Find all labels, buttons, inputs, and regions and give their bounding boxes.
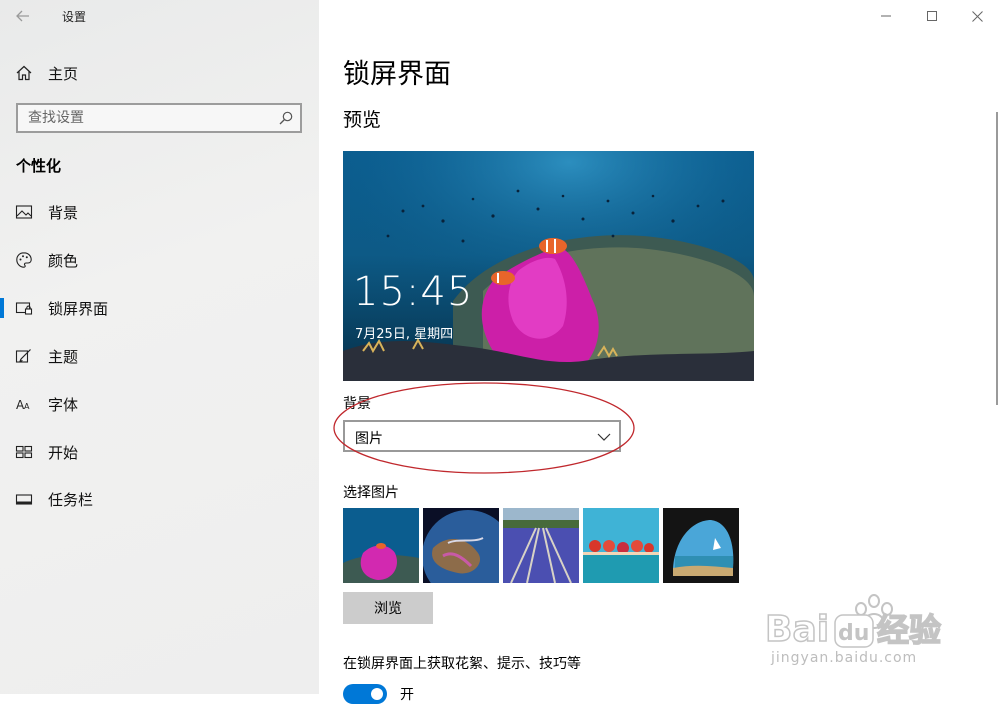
maximize-icon	[927, 11, 937, 21]
main-content: 锁屏界面 预览 15:45 7月25日, 星期四 背景 图片 选择图片 浏览 在…	[319, 0, 1000, 704]
choose-picture-label: 选择图片	[343, 485, 399, 501]
app-title: 设置	[62, 10, 87, 24]
coral-reef-image	[343, 151, 754, 381]
cliff-jumpers-thumbnail[interactable]	[583, 508, 659, 583]
svg-text:A: A	[24, 402, 30, 411]
section-title-personalization: 个性化	[16, 157, 62, 175]
palette-icon	[16, 252, 32, 268]
earth-from-space-thumbnail[interactable]	[423, 508, 499, 583]
toggle-knob	[371, 688, 383, 700]
maximize-button[interactable]	[909, 0, 955, 32]
sidebar-item-start[interactable]: 开始	[0, 432, 319, 472]
sidebar-item-label: 字体	[48, 396, 79, 414]
svg-text:经验: 经验	[877, 611, 941, 649]
sidebar-item-label: 颜色	[48, 252, 79, 270]
tips-label: 在锁屏界面上获取花絮、提示、技巧等	[343, 656, 581, 672]
preview-date: 7月25日, 星期四	[355, 327, 454, 342]
sidebar-item-label: 任务栏	[48, 491, 94, 509]
sidebar: 设置 主页 个性化 背景 颜色 锁屏界面 主题 AA 字体 开始 任务栏	[0, 0, 319, 694]
sidebar-item-fonts[interactable]: AA 字体	[0, 384, 319, 424]
sidebar-item-home[interactable]: 主页	[0, 56, 319, 90]
sidebar-item-lock-screen[interactable]: 锁屏界面	[0, 288, 319, 328]
sidebar-item-label: 主题	[48, 348, 79, 366]
home-icon	[16, 65, 32, 81]
picture-thumbnails	[343, 508, 739, 583]
theme-brush-icon	[15, 349, 31, 363]
sidebar-item-themes[interactable]: 主题	[0, 336, 319, 376]
sidebar-item-label: 开始	[48, 444, 79, 462]
taskbar-icon	[15, 494, 33, 505]
browse-button[interactable]: 浏览	[343, 592, 433, 624]
sidebar-item-label: 主页	[48, 65, 79, 83]
preview-heading: 预览	[343, 109, 382, 131]
search-input[interactable]	[18, 105, 288, 131]
lock-screen-preview: 15:45 7月25日, 星期四	[343, 151, 754, 381]
minimize-icon	[881, 15, 891, 17]
background-label: 背景	[343, 396, 371, 412]
sidebar-item-background[interactable]: 背景	[0, 192, 319, 232]
flower-railway-thumbnail[interactable]	[503, 508, 579, 583]
sidebar-item-taskbar[interactable]: 任务栏	[0, 479, 319, 519]
sidebar-item-label: 锁屏界面	[48, 300, 109, 318]
chevron-down-icon	[597, 433, 611, 441]
baidu-jingyan-watermark: Bai du 经验	[765, 594, 942, 651]
active-indicator	[0, 298, 4, 318]
search-icon[interactable]	[278, 110, 294, 126]
picture-icon	[15, 205, 33, 219]
minimize-button[interactable]	[863, 0, 909, 32]
start-tiles-icon	[15, 445, 33, 459]
page-title: 锁屏界面	[343, 59, 451, 90]
tips-toggle[interactable]	[343, 684, 387, 704]
coral-reef-thumbnail[interactable]	[343, 508, 419, 583]
close-icon	[971, 10, 983, 22]
toggle-state-label: 开	[400, 687, 414, 703]
back-button[interactable]	[8, 4, 38, 28]
background-dropdown[interactable]: 图片	[343, 420, 621, 452]
close-button[interactable]	[954, 0, 1000, 32]
lock-screen-icon	[15, 302, 33, 315]
font-icon: AA	[16, 398, 30, 412]
dropdown-selected-value: 图片	[355, 431, 383, 447]
sidebar-item-colors[interactable]: 颜色	[0, 240, 319, 280]
sidebar-item-label: 背景	[48, 204, 79, 222]
svg-text:du: du	[838, 621, 869, 646]
scrollbar[interactable]	[996, 112, 998, 405]
cave-beach-thumbnail[interactable]	[663, 508, 739, 583]
preview-clock: 15:45	[353, 269, 474, 315]
svg-text:Bai: Bai	[765, 609, 829, 650]
search-box[interactable]	[16, 103, 302, 133]
title-bar-left: 设置	[0, 0, 319, 32]
back-arrow-icon	[16, 10, 29, 22]
watermark-url: jingyan.baidu.com	[771, 650, 918, 666]
